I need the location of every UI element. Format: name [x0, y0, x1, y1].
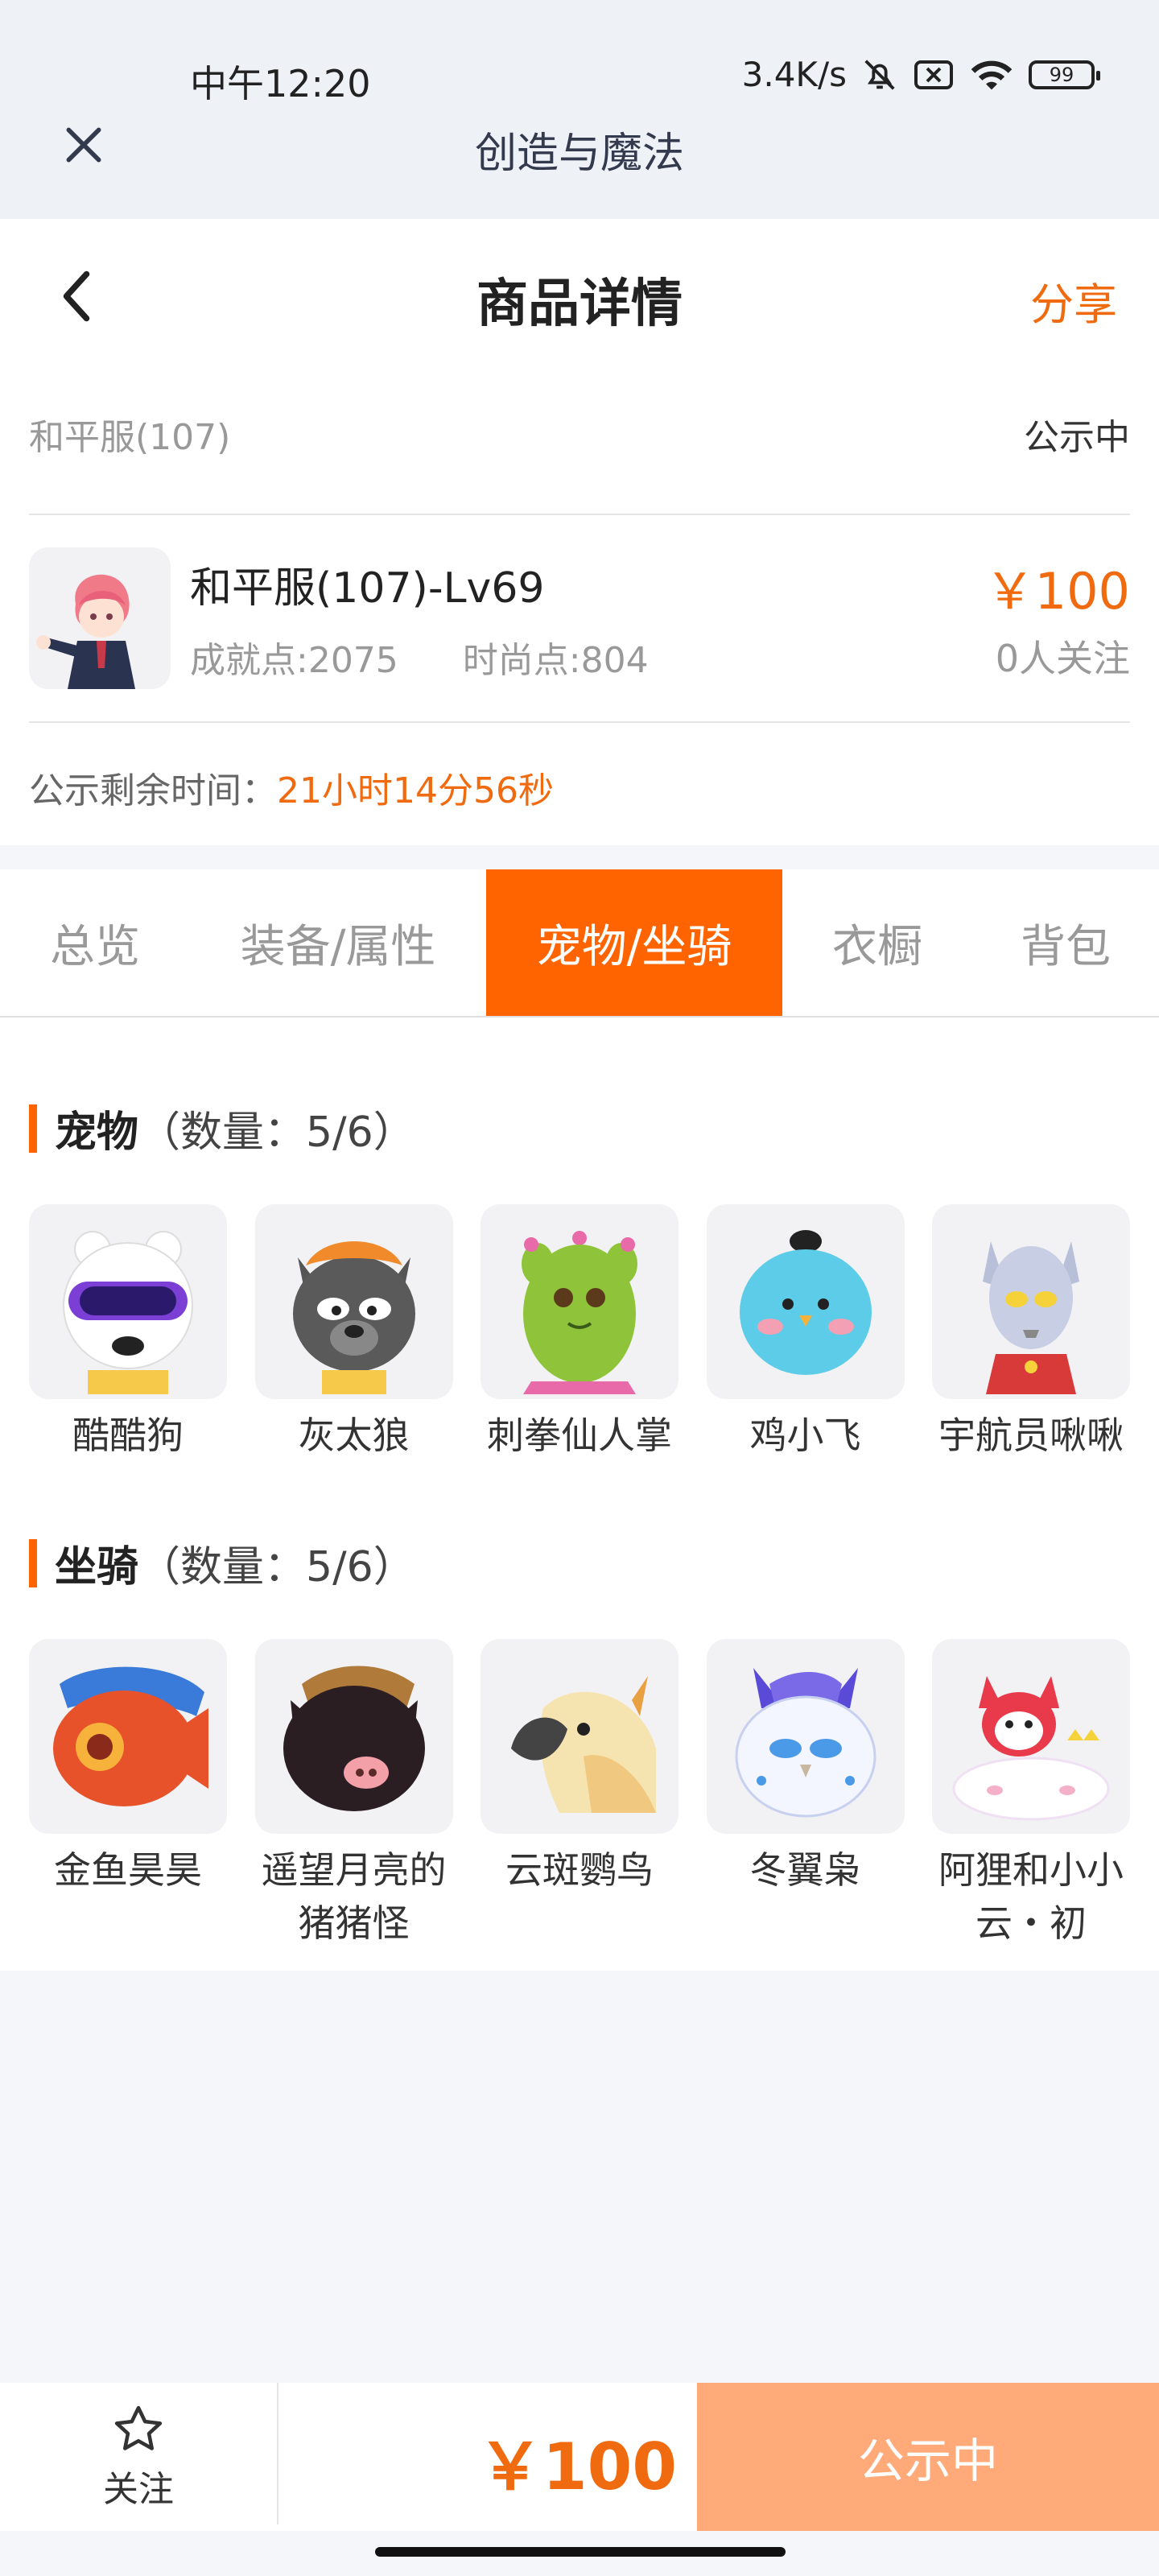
pets-section-title: 宠物 （数量：5/6）: [29, 1098, 415, 1158]
wifi-icon: [969, 56, 1014, 93]
follow-button[interactable]: 关注: [0, 2383, 277, 2531]
pet-name: 灰太狼: [298, 1414, 410, 1457]
publicity-status-button[interactable]: 公示中: [697, 2383, 1159, 2531]
remaining-time-value: 21小时14分56秒: [277, 770, 554, 811]
mounts-title: 坐骑: [55, 1543, 139, 1591]
pets-title: 宠物: [55, 1108, 139, 1157]
status-icons: 3.4K/s 99: [741, 55, 1100, 94]
mount-name: 冬翼枭: [749, 1848, 861, 1892]
app-top-bar: 中午12:20 3.4K/s 99 创造与魔法: [0, 0, 1159, 219]
parrot-icon: [481, 1639, 678, 1834]
tab-pets-mounts[interactable]: 宠物/坐骑: [486, 869, 782, 1016]
mount-card[interactable]: 云斑鹦鸟: [481, 1639, 678, 1950]
mounts-count: （数量：5/6）: [138, 1543, 415, 1591]
pet-card[interactable]: 鸡小飞: [706, 1204, 905, 1462]
remaining-time-label: 公示剩余时间：: [29, 770, 277, 811]
server-row: 和平服(107) 公示中: [29, 414, 1130, 458]
character-avatar: [29, 547, 171, 689]
astronaut-hero-icon: [932, 1204, 1130, 1399]
section-marker: [29, 1104, 37, 1153]
tab-wardrobe[interactable]: 衣橱: [782, 869, 972, 1016]
product-price: ￥100: [984, 562, 1130, 621]
pets-count: （数量：5/6）: [138, 1108, 415, 1157]
pet-name: 鸡小飞: [749, 1414, 861, 1457]
divider: [277, 2383, 278, 2524]
page-title: 商品详情: [476, 275, 683, 334]
bottom-action-bar: 关注 ￥100 公示中: [0, 2383, 1159, 2531]
server-name: 和平服(107): [29, 417, 231, 458]
pet-name: 酷酷狗: [72, 1414, 184, 1457]
goldfish-icon: [29, 1639, 227, 1834]
fashion-points: 时尚点:804: [462, 640, 649, 681]
mounts-grid: 金鱼昊昊 遥望月亮的猪猪怪 云斑鹦鸟 冬翼枭 阿狸和小小云・初: [29, 1639, 1130, 1950]
app-title: 创造与魔法: [474, 130, 684, 178]
mount-name: 遥望月亮的猪猪怪: [261, 1848, 447, 1945]
sim-off-icon: [913, 56, 955, 93]
detail-tabs: 总览 装备/属性 宠物/坐骑 衣橱 背包: [0, 869, 1159, 1018]
status-time: 中午12:20: [190, 62, 371, 105]
section-marker: [29, 1538, 37, 1587]
mount-name: 阿狸和小小云・初: [938, 1848, 1124, 1945]
tab-overview[interactable]: 总览: [0, 869, 190, 1016]
star-icon: [114, 2405, 163, 2450]
blue-chick-icon: [706, 1204, 905, 1399]
network-speed: 3.4K/s: [741, 55, 847, 94]
tab-equipment[interactable]: 装备/属性: [190, 869, 486, 1016]
divider: [29, 514, 1130, 515]
pet-card[interactable]: 刺拳仙人掌: [481, 1204, 678, 1462]
grey-wolf-icon: [254, 1204, 453, 1399]
achievement-points: 成就点:2075: [190, 640, 398, 681]
fox-cloud-icon: [932, 1639, 1130, 1834]
home-indicator[interactable]: [375, 2547, 786, 2557]
product-info: 和平服(107) 公示中 和平服(107)-Lv69 成就点:2075 时尚点:…: [0, 372, 1159, 845]
product-name: 和平服(107)-Lv69: [190, 564, 545, 613]
tab-backpack[interactable]: 背包: [972, 869, 1159, 1016]
mount-card[interactable]: 阿狸和小小云・初: [932, 1639, 1130, 1950]
cactus-icon: [481, 1204, 678, 1399]
server-status: 公示中: [1024, 417, 1130, 458]
follower-count: 0人关注: [995, 637, 1130, 680]
divider: [29, 721, 1130, 723]
mounts-section-title: 坐骑 （数量：5/6）: [29, 1533, 415, 1593]
remaining-time: 公示剩余时间：21小时14分56秒: [29, 762, 554, 813]
follow-label: 关注: [103, 2469, 174, 2510]
page-header: 商品详情 分享: [0, 219, 1159, 372]
pig-monster-icon: [254, 1639, 453, 1834]
pet-card[interactable]: 酷酷狗: [29, 1204, 227, 1462]
cool-dog-icon: [29, 1204, 227, 1399]
pets-grid: 酷酷狗 灰太狼 刺拳仙人掌 鸡小飞 宇航员啾啾: [29, 1204, 1130, 1462]
pet-card[interactable]: 宇航员啾啾: [932, 1204, 1130, 1462]
mount-name: 云斑鹦鸟: [505, 1848, 654, 1892]
pet-card[interactable]: 灰太狼: [254, 1204, 453, 1462]
share-button[interactable]: 分享: [1030, 269, 1117, 332]
winter-owl-icon: [706, 1639, 905, 1834]
mount-card[interactable]: 金鱼昊昊: [29, 1639, 227, 1950]
pet-name: 刺拳仙人掌: [487, 1414, 672, 1457]
mount-name: 金鱼昊昊: [54, 1848, 202, 1892]
pet-name: 宇航员啾啾: [938, 1414, 1124, 1457]
pets-mounts-panel: 宠物 （数量：5/6） 酷酷狗 灰太狼 刺拳仙人掌 鸡小飞 宇航员啾啾 坐骑 （…: [0, 1018, 1159, 1971]
mount-card[interactable]: 冬翼枭: [706, 1639, 905, 1950]
mount-card[interactable]: 遥望月亮的猪猪怪: [254, 1639, 453, 1950]
product-meta: 成就点:2075 时尚点:804: [190, 631, 649, 683]
bottom-price: ￥100: [478, 2429, 677, 2504]
battery-icon: 99: [1029, 60, 1100, 89]
bell-muted-icon: [861, 56, 898, 93]
